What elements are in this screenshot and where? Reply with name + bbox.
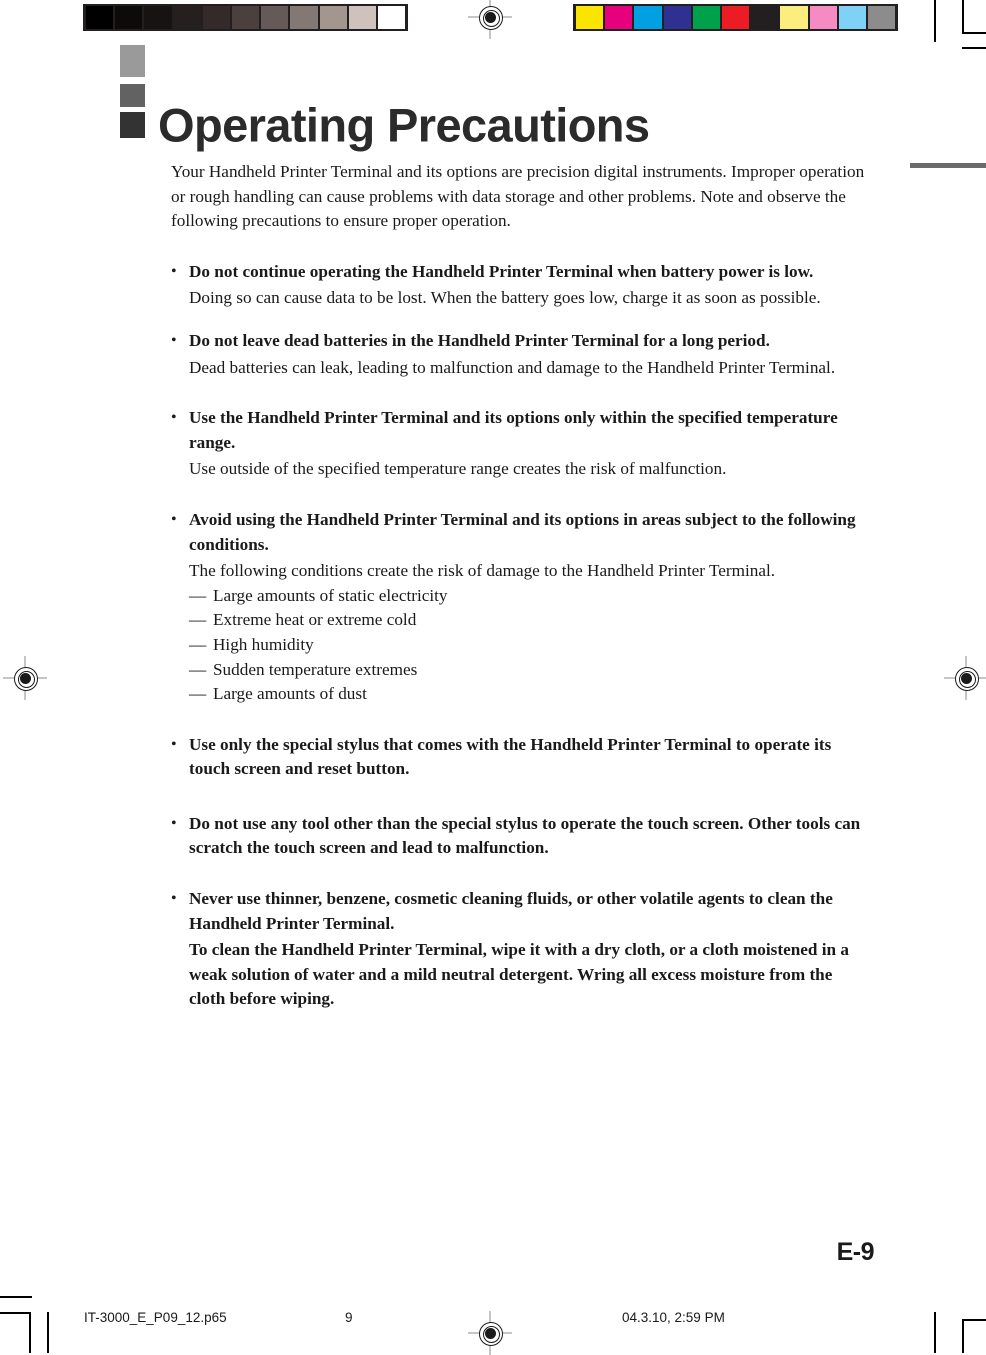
footer-page-number: 9 bbox=[345, 1310, 353, 1325]
precaution-item: • Do not leave dead batteries in the Hand… bbox=[171, 329, 871, 380]
page-body: Your Handheld Printer Terminal and its o… bbox=[171, 160, 871, 1016]
bullet-icon: • bbox=[171, 510, 177, 528]
footer-filename: IT-3000_E_P09_12.p65 bbox=[84, 1310, 227, 1325]
bullet-icon: • bbox=[171, 735, 177, 753]
precaution-item: • Do not use any tool other than the spec… bbox=[171, 812, 871, 861]
dash-icon: — bbox=[189, 659, 207, 679]
precaution-heading-row: • Do not use any tool other than the spec… bbox=[171, 812, 871, 861]
precaution-heading: Use the Handheld Printer Terminal and it… bbox=[189, 408, 838, 452]
dash-icon: — bbox=[189, 610, 207, 630]
precaution-item: • Use only the special stylus that comes … bbox=[171, 733, 871, 782]
precaution-item: • Avoid using the Handheld Printer Termin… bbox=[171, 508, 871, 707]
precaution-heading-row: • Do not continue operating the Handheld … bbox=[171, 260, 871, 285]
precaution-heading: Never use thinner, benzene, cosmetic cle… bbox=[189, 889, 833, 933]
dash-icon: — bbox=[189, 634, 207, 654]
precaution-heading: Use only the special stylus that comes w… bbox=[189, 734, 832, 779]
dash-icon: — bbox=[189, 585, 207, 605]
precaution-body: Doing so can cause data to be lost. When… bbox=[189, 288, 821, 308]
square-medium-icon bbox=[120, 84, 145, 107]
condition-text: High humidity bbox=[213, 634, 314, 654]
bullet-icon: • bbox=[171, 409, 177, 427]
condition-text: Large amounts of static electricity bbox=[213, 585, 448, 605]
precaution-heading-row: • Use the Handheld Printer Terminal and i… bbox=[171, 406, 871, 455]
precaution-heading-row: • Never use thinner, benzene, cosmetic cl… bbox=[171, 887, 871, 936]
print-footer: IT-3000_E_P09_12.p65 9 04.3.10, 2:59 PM bbox=[0, 1310, 986, 1332]
document-page: Operating Precautions Your Handheld Prin… bbox=[0, 0, 986, 1353]
condition-item: — Sudden temperature extremes bbox=[189, 658, 871, 683]
precaution-heading-row: • Do not leave dead batteries in the Hand… bbox=[171, 329, 871, 354]
condition-list: — Large amounts of static electricity — Ext… bbox=[189, 584, 871, 707]
precaution-body: Dead batteries can leak, leading to malf… bbox=[189, 357, 836, 377]
condition-item: — Large amounts of dust bbox=[189, 682, 871, 707]
precaution-item: • Never use thinner, benzene, cosmetic cl… bbox=[171, 887, 871, 1012]
precaution-body: The following conditions create the risk… bbox=[189, 561, 776, 581]
precaution-heading-row: • Use only the special stylus that comes … bbox=[171, 733, 871, 782]
page-title: Operating Precautions bbox=[158, 98, 650, 152]
precaution-heading: Do not continue operating the Handheld P… bbox=[189, 261, 814, 281]
footer-timestamp: 04.3.10, 2:59 PM bbox=[622, 1310, 725, 1325]
bullet-icon: • bbox=[171, 331, 177, 349]
dash-icon: — bbox=[189, 684, 207, 704]
condition-text: Extreme heat or extreme cold bbox=[213, 610, 417, 630]
condition-item: — High humidity bbox=[189, 633, 871, 658]
decorative-square-stack bbox=[120, 45, 145, 138]
page-number: E-9 bbox=[836, 1238, 875, 1266]
condition-text: Large amounts of dust bbox=[213, 684, 367, 704]
precaution-item: • Do not continue operating the Handheld … bbox=[171, 260, 871, 311]
bullet-icon: • bbox=[171, 814, 177, 832]
square-light-icon bbox=[120, 45, 145, 77]
precaution-heading-row: • Avoid using the Handheld Printer Termin… bbox=[171, 508, 871, 557]
page-header: Operating Precautions bbox=[120, 45, 986, 168]
precaution-body: To clean the Handheld Printer Terminal, … bbox=[189, 940, 849, 1009]
precaution-item: • Use the Handheld Printer Terminal and i… bbox=[171, 406, 871, 482]
precaution-heading: Do not leave dead batteries in the Handh… bbox=[189, 330, 770, 350]
precaution-heading: Avoid using the Handheld Printer Termina… bbox=[189, 509, 856, 554]
precaution-heading: Do not use any tool other than the speci… bbox=[189, 813, 861, 858]
bullet-icon: • bbox=[171, 262, 177, 280]
condition-text: Sudden temperature extremes bbox=[213, 659, 418, 679]
square-dark-icon bbox=[120, 112, 145, 138]
bullet-icon: • bbox=[171, 890, 177, 908]
condition-item: — Large amounts of static electricity bbox=[189, 584, 871, 609]
precautions-list: • Do not continue operating the Handheld … bbox=[171, 260, 871, 1012]
intro-paragraph: Your Handheld Printer Terminal and its o… bbox=[171, 162, 865, 231]
condition-item: — Extreme heat or extreme cold bbox=[189, 608, 871, 633]
precaution-body: Use outside of the specified temperature… bbox=[189, 459, 727, 479]
title-rule bbox=[910, 163, 986, 168]
